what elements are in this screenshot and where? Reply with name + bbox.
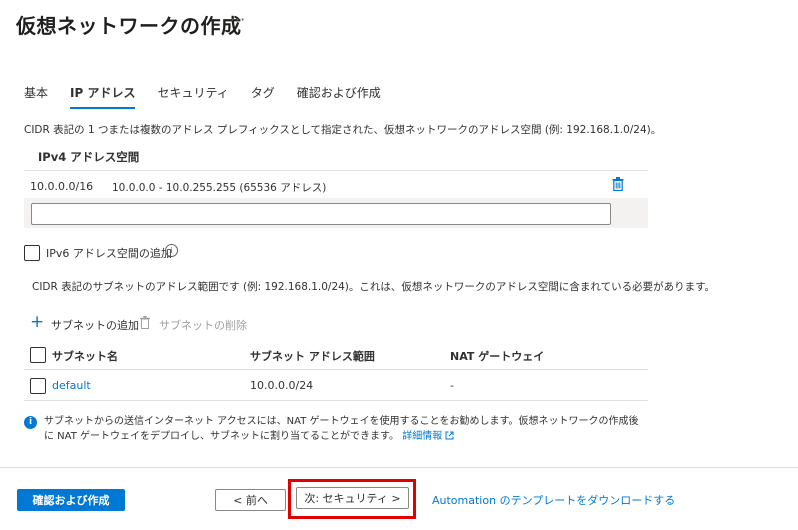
review-create-button[interactable]: 確認および作成	[17, 489, 125, 511]
divider	[24, 400, 648, 401]
nat-notice-text: サブネットからの送信インターネット アクセスには、NAT ゲートウェイを使用する…	[44, 416, 639, 442]
previous-button[interactable]: < 前へ	[215, 489, 286, 511]
tab-review-create[interactable]: 確認および作成	[297, 84, 381, 109]
column-header-address-range: サブネット アドレス範囲	[250, 350, 375, 363]
ipv4-entry-range: 10.0.0.0 - 10.0.255.255 (65536 アドレス)	[112, 182, 327, 194]
tab-bar: 基本 IP アドレス セキュリティ タグ 確認および作成	[24, 84, 403, 109]
info-icon[interactable]: i	[165, 244, 178, 257]
trash-icon	[140, 316, 150, 329]
select-all-checkbox[interactable]	[30, 347, 46, 363]
highlight-box	[288, 479, 416, 519]
ipv4-header: IPv4 アドレス空間	[38, 150, 140, 164]
ipv4-entry-cidr: 10.0.0.0/16	[30, 180, 94, 193]
tab-security[interactable]: セキュリティ	[157, 84, 228, 109]
trash-icon[interactable]	[612, 177, 624, 191]
learn-more-link[interactable]: 詳細情報	[402, 431, 442, 442]
footer-divider	[0, 467, 798, 468]
row-checkbox[interactable]	[30, 378, 46, 394]
info-icon: i	[24, 416, 37, 429]
external-link-icon[interactable]	[445, 431, 454, 440]
divider	[24, 369, 648, 370]
add-subnet-button[interactable]: サブネットの追加	[51, 317, 139, 333]
tab-basics[interactable]: 基本	[24, 84, 48, 109]
nat-notice: サブネットからの送信インターネット アクセスには、NAT ゲートウェイを使用する…	[44, 414, 644, 444]
subnet-description: CIDR 表記のサブネットのアドレス範囲です (例: 192.168.1.0/2…	[32, 281, 716, 293]
divider	[24, 170, 648, 171]
address-space-description: CIDR 表記の 1 つまたは複数のアドレス プレフィックスとして指定された、仮…	[24, 124, 662, 136]
subnet-nat: -	[450, 379, 454, 392]
column-header-subnet-name: サブネット名	[52, 350, 118, 363]
subnet-range: 10.0.0.0/24	[250, 379, 314, 392]
delete-subnet-button: サブネットの削除	[159, 319, 247, 332]
plus-icon[interactable]: +	[30, 314, 44, 331]
subnet-name-link[interactable]: default	[52, 379, 91, 392]
page-title: 仮想ネットワークの作成	[16, 14, 242, 38]
tab-tags[interactable]: タグ	[251, 84, 275, 109]
more-options-button[interactable]: ···	[230, 10, 245, 29]
new-address-input[interactable]	[31, 203, 611, 225]
download-template-link[interactable]: Automation のテンプレートをダウンロードする	[432, 492, 675, 508]
tab-ip-addresses[interactable]: IP アドレス	[70, 84, 136, 109]
ipv6-label: IPv6 アドレス空間の追加	[46, 247, 172, 260]
ipv6-checkbox[interactable]	[24, 245, 40, 261]
column-header-nat-gateway: NAT ゲートウェイ	[450, 350, 545, 363]
